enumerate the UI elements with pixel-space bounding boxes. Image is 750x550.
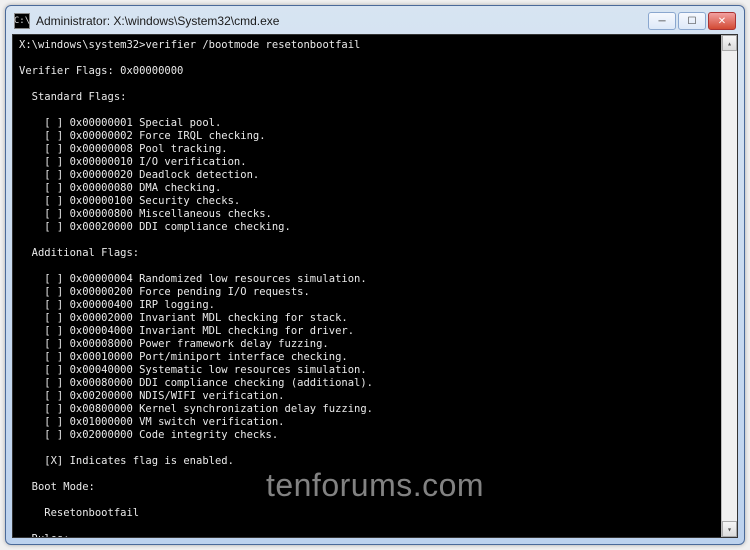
prompt: X:\windows\system32> (19, 39, 145, 51)
terminal-area[interactable]: X:\windows\system32>verifier /bootmode r… (12, 34, 738, 538)
standard-flags-title: Standard Flags: (19, 91, 126, 103)
verifier-flags-header: Verifier Flags: 0x00000000 (19, 65, 183, 77)
cmd-icon: C:\ (14, 13, 30, 29)
close-button[interactable]: ✕ (708, 12, 736, 30)
boot-mode-value: Resetonbootfail (19, 507, 139, 519)
window-controls: ─ ☐ ✕ (648, 12, 736, 30)
scroll-down-button[interactable]: ▾ (722, 521, 737, 537)
boot-mode-title: Boot Mode: (19, 481, 95, 493)
titlebar[interactable]: C:\ Administrator: X:\windows\System32\c… (12, 12, 738, 34)
terminal-output: X:\windows\system32>verifier /bootmode r… (19, 39, 731, 538)
scroll-up-button[interactable]: ▴ (722, 35, 737, 51)
standard-flags-list: [ ] 0x00000001 Special pool. [ ] 0x00000… (19, 117, 291, 233)
command: verifier /bootmode resetonbootfail (145, 39, 360, 51)
scroll-track[interactable] (722, 51, 737, 521)
cmd-window: C:\ Administrator: X:\windows\System32\c… (5, 5, 745, 545)
window-title: Administrator: X:\windows\System32\cmd.e… (36, 14, 648, 28)
additional-flags-title: Additional Flags: (19, 247, 139, 259)
rules-title: Rules: (19, 533, 70, 538)
flag-legend: [X] Indicates flag is enabled. (19, 455, 234, 467)
maximize-button[interactable]: ☐ (678, 12, 706, 30)
additional-flags-list: [ ] 0x00000004 Randomized low resources … (19, 273, 373, 441)
minimize-button[interactable]: ─ (648, 12, 676, 30)
scrollbar[interactable]: ▴ ▾ (721, 35, 737, 537)
